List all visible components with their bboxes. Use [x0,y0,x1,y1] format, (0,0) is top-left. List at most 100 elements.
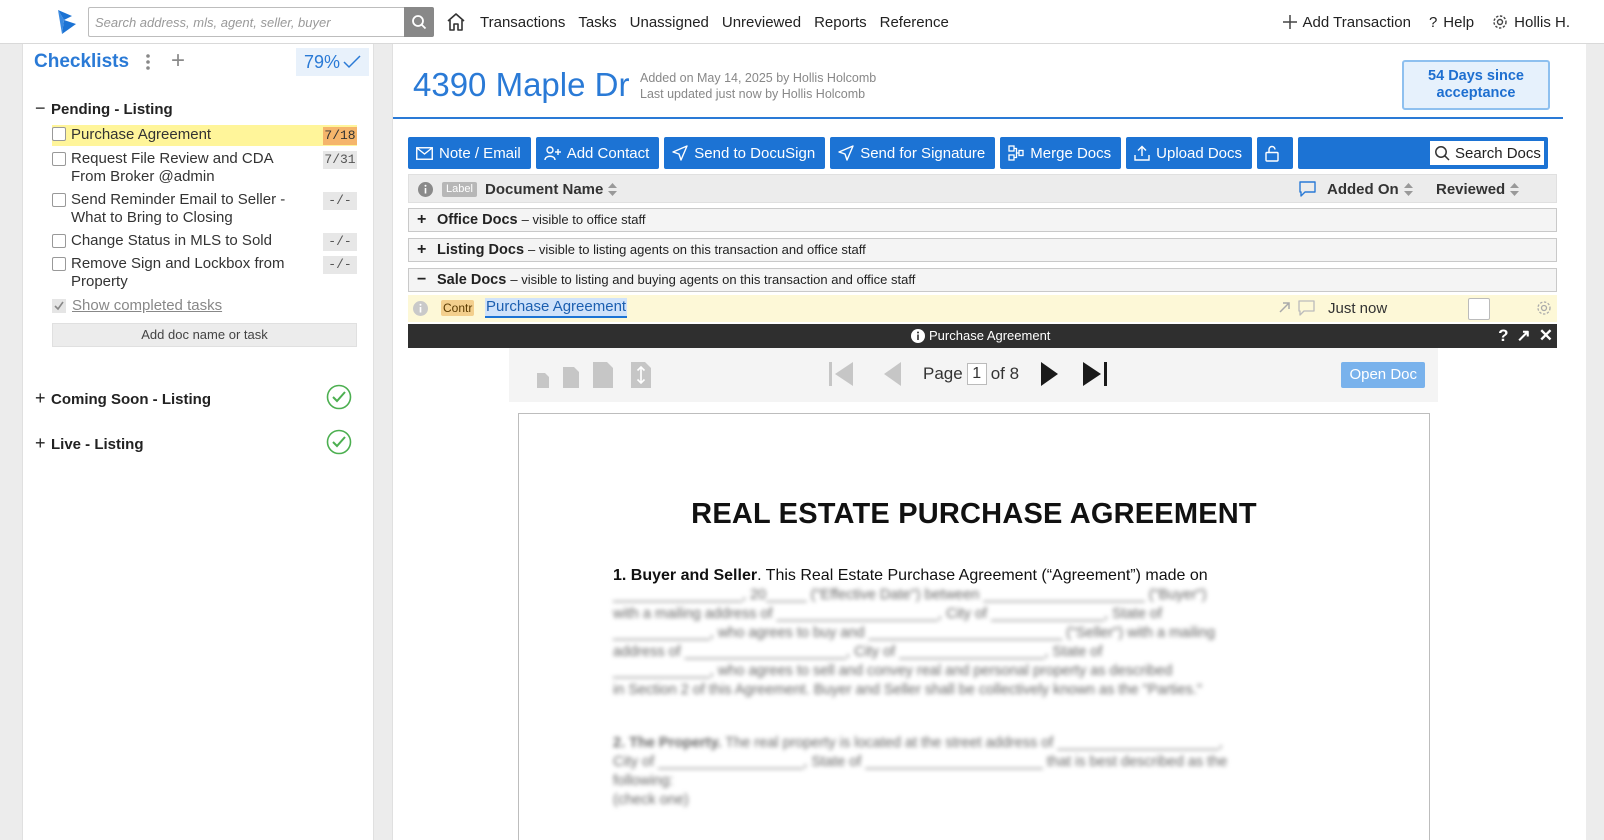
first-page-icon[interactable] [827,360,855,388]
task-due-date: 7/18 [323,127,357,145]
task-due-date: -/- [323,192,357,210]
task-due-date: -/- [323,256,357,274]
home-icon[interactable] [445,11,467,33]
help-icon: ? [1428,13,1438,31]
task-checkbox[interactable] [52,234,66,248]
document-paragraph: 1. Buyer and Seller. This Real Estate Pu… [613,566,1333,585]
send-docusign-button[interactable]: Send to DocuSign [664,137,826,169]
document-name-link[interactable]: Purchase Agreement [485,298,628,318]
group-live-listing[interactable]: + Live - Listing [35,433,144,454]
last-page-icon[interactable] [1081,360,1109,388]
search-docs-label: Search Docs [1455,144,1541,162]
global-search-input[interactable] [88,7,405,37]
nav-tasks[interactable]: Tasks [578,14,616,31]
add-task-input[interactable]: Add doc name or task [52,323,357,347]
help-label: Help [1443,13,1475,31]
added-on-column[interactable]: Added On [1327,181,1413,198]
comment-icon[interactable] [1299,181,1316,197]
note-email-button[interactable]: Note / Email [408,137,531,169]
page-label: Page [923,364,963,383]
upload-docs-label: Upload Docs [1156,144,1243,162]
show-completed-toggle[interactable]: Show completed tasks [52,297,222,314]
page-number-input[interactable] [966,363,987,385]
sort-icon [1403,183,1413,196]
task-checkbox[interactable] [52,193,66,207]
nav-transactions[interactable]: Transactions [480,14,565,31]
plus-icon [1282,15,1297,29]
mail-icon [416,146,433,160]
previous-page-icon[interactable] [883,361,901,387]
task-label[interactable]: Remove Sign and Lockbox from Property [71,255,303,291]
document-name-column[interactable]: Document Name [485,181,618,198]
document-viewer-header: Purchase Agreement ? ↗ ✕ [408,324,1557,348]
task-label[interactable]: Send Reminder Email to Seller - What to … [71,191,303,227]
blurred-contract-text: ________________, 20_____ ("Effective Da… [613,587,1216,698]
search-button[interactable] [404,7,434,37]
viewer-controls: ? ↗ ✕ [1490,326,1553,346]
kebab-menu-icon[interactable] [143,52,153,72]
add-transaction-button[interactable]: Add Transaction [1282,14,1411,31]
expand-icon: + [417,241,427,258]
user-name: Hollis H. [1514,13,1570,31]
task-due-date: 7/31 [323,151,357,169]
section-description: – visible to listing agents on this tran… [528,242,866,257]
page-large-icon[interactable] [593,362,613,388]
added-on-heading: Added On [1327,181,1399,198]
send-icon [838,145,854,161]
add-checklist-button[interactable]: + [171,49,185,73]
task-checkbox[interactable] [52,127,66,141]
info-icon[interactable] [413,301,428,316]
info-icon[interactable] [418,182,433,197]
gear-icon[interactable] [1536,300,1552,316]
open-external-icon[interactable] [1278,301,1291,314]
open-doc-button[interactable]: Open Doc [1341,362,1425,388]
add-user-icon [544,145,561,160]
nav-unreviewed[interactable]: Unreviewed [722,14,801,31]
task-checkbox[interactable] [52,257,66,271]
transaction-address: 4390 Maple Dr [413,66,630,103]
search-docs-button[interactable]: Search Docs [1429,140,1546,166]
section-office-docs[interactable]: + Office Docs – visible to office staff [408,208,1557,232]
close-icon[interactable]: ✕ [1539,326,1553,346]
reviewed-checkbox[interactable] [1468,298,1490,320]
group-coming-soon-listing[interactable]: + Coming Soon - Listing [35,388,211,409]
nav-reports[interactable]: Reports [814,14,867,31]
section-lead: 1. Buyer and Seller [613,567,758,584]
nav-reference[interactable]: Reference [880,14,949,31]
search-icon [412,15,427,30]
reviewed-column[interactable]: Reviewed [1436,181,1520,198]
merge-icon [1008,145,1024,161]
app-logo-icon[interactable] [54,8,80,36]
sort-icon [1510,183,1520,196]
task-item[interactable]: Purchase Agreement 7/18 [52,125,357,146]
next-page-icon[interactable] [1041,361,1059,387]
section-listing-docs[interactable]: + Listing Docs – visible to listing agent… [408,238,1557,262]
page-small-icon[interactable] [537,373,549,388]
expand-icon: + [35,433,46,453]
add-contact-button[interactable]: Add Contact [535,137,660,169]
section-sale-docs[interactable]: − Sale Docs – visible to listing and buyi… [408,268,1557,292]
group-pending-listing[interactable]: − Pending - Listing [35,98,173,119]
task-label[interactable]: Change Status in MLS to Sold [71,232,303,250]
section-name: Listing Docs [437,242,525,258]
fit-page-icon[interactable] [631,362,651,388]
send-for-signature-button[interactable]: Send for Signature [830,137,996,169]
expand-icon: + [35,388,46,408]
nav-unassigned[interactable]: Unassigned [630,14,709,31]
page-medium-icon[interactable] [563,367,579,388]
expand-icon[interactable]: ↗ [1517,326,1531,346]
document-row[interactable]: Contr Purchase Agreement Just now [408,295,1557,322]
merge-docs-button[interactable]: Merge Docs [1000,137,1122,169]
task-label[interactable]: Request File Review and CDA From Broker … [71,150,303,186]
help-button[interactable]: ? Help [1429,14,1474,31]
help-icon[interactable]: ? [1498,326,1508,346]
upload-docs-button[interactable]: Upload Docs [1126,137,1253,169]
task-checkbox[interactable] [52,152,66,166]
comment-icon[interactable] [1298,300,1315,316]
transaction-meta: Added on May 14, 2025 by Hollis Holcomb … [640,70,876,102]
search-icon [1435,146,1450,161]
task-label[interactable]: Purchase Agreement [71,125,303,145]
document-name-heading: Document Name [485,181,604,198]
user-menu[interactable]: Hollis H. [1492,14,1570,31]
lock-button[interactable] [1257,137,1294,169]
